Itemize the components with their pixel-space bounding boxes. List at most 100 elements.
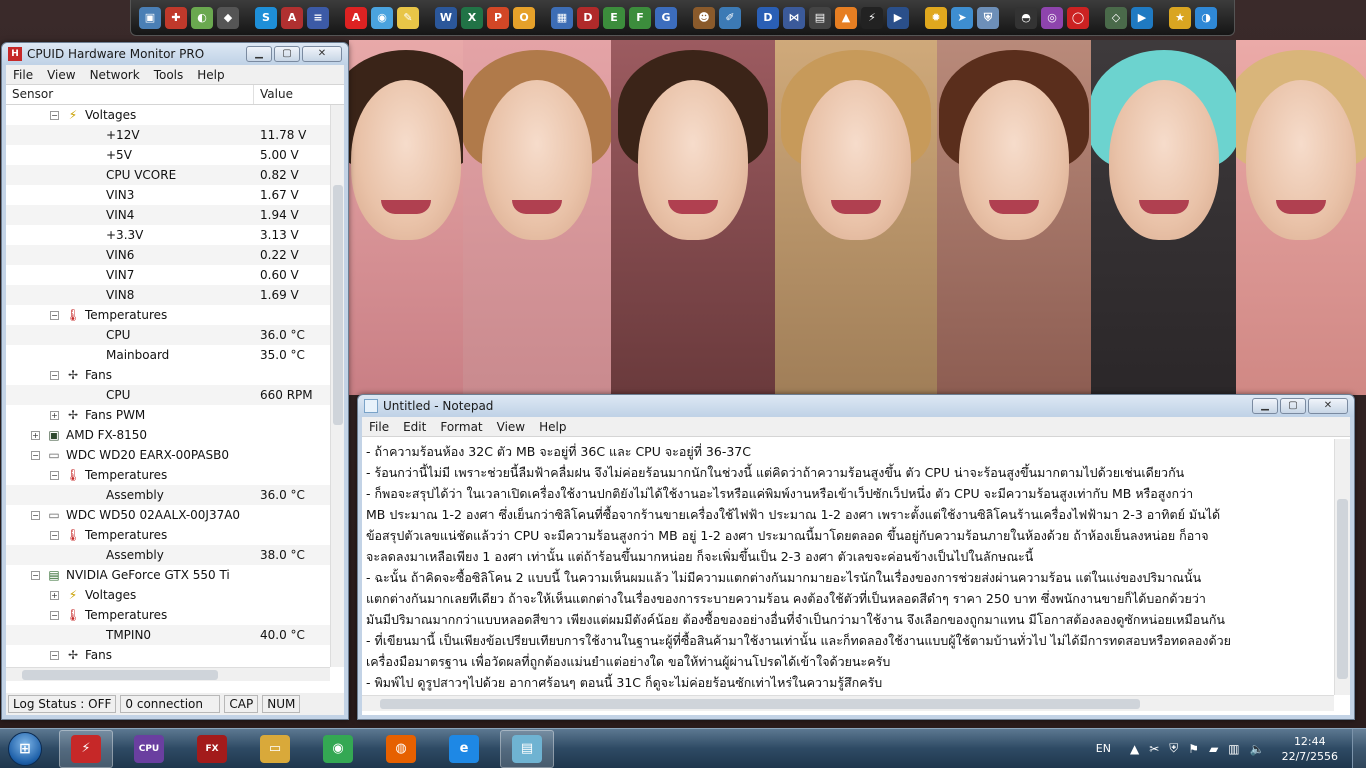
sensor-group-row[interactable]: − 🌡 Temperatures: [6, 605, 330, 625]
globe-icon[interactable]: ◑: [1195, 6, 1217, 29]
collapse-icon[interactable]: −: [50, 370, 59, 380]
notes-icon[interactable]: ✎: [397, 6, 419, 29]
film-icon[interactable]: ▤: [809, 6, 831, 29]
collapse-icon[interactable]: −: [50, 530, 59, 540]
daemon-tools-icon[interactable]: D: [757, 6, 779, 29]
menu-help[interactable]: Help: [532, 420, 573, 434]
sensor-reading-row[interactable]: Mainboard 35.0 °C: [6, 345, 330, 365]
sensor-group-row[interactable]: − ✢ Fans: [6, 645, 330, 665]
slides-icon[interactable]: ◇: [1105, 6, 1127, 29]
vlc-icon[interactable]: ▲: [835, 6, 857, 29]
computer-icon[interactable]: ▣: [139, 6, 161, 29]
picture-icon[interactable]: ◐: [191, 6, 213, 29]
skype-icon[interactable]: S: [255, 6, 277, 29]
action-center-flag-icon[interactable]: ⚑: [1188, 742, 1199, 756]
toolbox-icon[interactable]: ✚: [165, 6, 187, 29]
sensor-group-row[interactable]: + ▣ AMD FX-8150: [6, 425, 330, 445]
lightning-icon[interactable]: ⚡: [861, 6, 883, 29]
opera-icon[interactable]: ◯: [1067, 6, 1089, 29]
paint-icon[interactable]: ✐: [719, 6, 741, 29]
sensor-reading-row[interactable]: CPU VCORE 0.82 V: [6, 165, 330, 185]
flag-icon[interactable]: ≡: [307, 6, 329, 29]
value-column-header[interactable]: Value: [254, 85, 299, 104]
scrollbar-thumb[interactable]: [1337, 499, 1348, 679]
bowtie-icon[interactable]: ⋈: [783, 6, 805, 29]
expand-icon[interactable]: +: [50, 590, 59, 600]
shield-icon[interactable]: ⛨: [977, 6, 999, 29]
expand-icon[interactable]: +: [31, 430, 40, 440]
sunglasses-icon[interactable]: ◓: [1015, 6, 1037, 29]
menu-help[interactable]: Help: [190, 68, 231, 82]
clock[interactable]: 12:44 22/7/2556: [1282, 734, 1338, 764]
hwmonitor-titlebar[interactable]: H CPUID Hardware Monitor PRO ▁ ▢ ✕: [2, 43, 348, 65]
sensor-tree-horizontal-scrollbar[interactable]: [6, 667, 330, 681]
drive-d-icon[interactable]: D: [577, 6, 599, 29]
sensor-group-row[interactable]: − 🌡 Temperatures: [6, 525, 330, 545]
network-icon[interactable]: ▥: [1228, 742, 1239, 756]
drive-g-icon[interactable]: G: [655, 6, 677, 29]
sensor-group-row[interactable]: + ⚡ Voltages: [6, 585, 330, 605]
internet-explorer-taskbar-button[interactable]: e: [437, 730, 491, 768]
tray-tools-icon[interactable]: ✂: [1149, 742, 1159, 756]
menu-file[interactable]: File: [362, 420, 396, 434]
collapse-icon[interactable]: −: [31, 510, 40, 520]
sensor-reading-row[interactable]: VIN8 1.69 V: [6, 285, 330, 305]
bird-icon[interactable]: ➤: [951, 6, 973, 29]
notepad-titlebar[interactable]: Untitled - Notepad ▁ ▢ ✕: [358, 395, 1354, 417]
control-panel-icon[interactable]: ▦: [551, 6, 573, 29]
sensor-group-row[interactable]: − ▭ WDC WD50 02AALX-00J37A0: [6, 505, 330, 525]
file-explorer-taskbar-button[interactable]: ▭: [248, 730, 302, 768]
sensor-reading-row[interactable]: VIN4 1.94 V: [6, 205, 330, 225]
collapse-icon[interactable]: −: [50, 650, 59, 660]
minimize-button[interactable]: ▁: [1252, 398, 1278, 414]
menu-format[interactable]: Format: [433, 420, 489, 434]
excel-icon[interactable]: X: [461, 6, 483, 29]
media-player-icon[interactable]: ▶: [887, 6, 909, 29]
volume-icon[interactable]: 🔈: [1250, 742, 1265, 756]
firefox-taskbar-button[interactable]: ◍: [374, 730, 428, 768]
sensor-group-row[interactable]: − ✢ Fans: [6, 365, 330, 385]
sensor-group-row[interactable]: − ⚡ Voltages: [6, 105, 330, 125]
sensor-reading-row[interactable]: VIN7 0.60 V: [6, 265, 330, 285]
tray-monitor-icon[interactable]: ▰: [1209, 742, 1218, 756]
maximize-button[interactable]: ▢: [274, 46, 300, 62]
amd-fx-taskbar-button[interactable]: FX: [185, 730, 239, 768]
collapse-icon[interactable]: −: [50, 110, 59, 120]
maximize-button[interactable]: ▢: [1280, 398, 1306, 414]
chrome-taskbar-button[interactable]: ◉: [311, 730, 365, 768]
sensor-reading-row[interactable]: VIN6 0.22 V: [6, 245, 330, 265]
minimize-button[interactable]: ▁: [246, 46, 272, 62]
notepad-vertical-scrollbar[interactable]: [1334, 439, 1350, 695]
star-icon[interactable]: ★: [1169, 6, 1191, 29]
show-desktop-button[interactable]: [1352, 728, 1366, 768]
sensor-tree[interactable]: − ⚡ Voltages +12V 11.78 V +5V 5.00 V CPU VCORE 0…: [6, 105, 330, 667]
collapse-icon[interactable]: −: [50, 310, 59, 320]
hwmonitor-taskbar-button[interactable]: ⚡: [59, 729, 113, 768]
close-button[interactable]: ✕: [1308, 398, 1348, 414]
disc-icon[interactable]: ◎: [1041, 6, 1063, 29]
sensor-reading-row[interactable]: VIN3 1.67 V: [6, 185, 330, 205]
character-icon[interactable]: ☻: [693, 6, 715, 29]
sensor-reading-row[interactable]: +12V 11.78 V: [6, 125, 330, 145]
tray-expand-icon[interactable]: ▲: [1130, 742, 1139, 756]
pdf-icon[interactable]: A: [345, 6, 367, 29]
photo-viewer-icon[interactable]: ◉: [371, 6, 393, 29]
word-icon[interactable]: W: [435, 6, 457, 29]
notepad-text-area[interactable]: - ถ้าความร้อนห้อง 32C ตัว MB จะอยู่ที่ 3…: [362, 439, 1334, 695]
sensor-tree-vertical-scrollbar[interactable]: [330, 105, 344, 667]
cpuz-taskbar-button[interactable]: CPU: [122, 730, 176, 768]
dictionary-icon[interactable]: A: [281, 6, 303, 29]
sun-icon[interactable]: ✹: [925, 6, 947, 29]
sensor-group-row[interactable]: − 🌡 Temperatures: [6, 465, 330, 485]
language-indicator[interactable]: EN: [1096, 742, 1111, 755]
sensor-group-row[interactable]: − 🌡 Temperatures: [6, 305, 330, 325]
drive-f-icon[interactable]: F: [629, 6, 651, 29]
play-icon[interactable]: ▶: [1131, 6, 1153, 29]
sensor-reading-row[interactable]: TMPIN0 40.0 °C: [6, 625, 330, 645]
start-button[interactable]: ⊞: [0, 730, 50, 768]
collapse-icon[interactable]: −: [50, 610, 59, 620]
menu-file[interactable]: File: [6, 68, 40, 82]
sensor-group-row[interactable]: + ✢ Fans PWM: [6, 405, 330, 425]
menu-view[interactable]: View: [40, 68, 82, 82]
scrollbar-thumb[interactable]: [380, 699, 1140, 709]
